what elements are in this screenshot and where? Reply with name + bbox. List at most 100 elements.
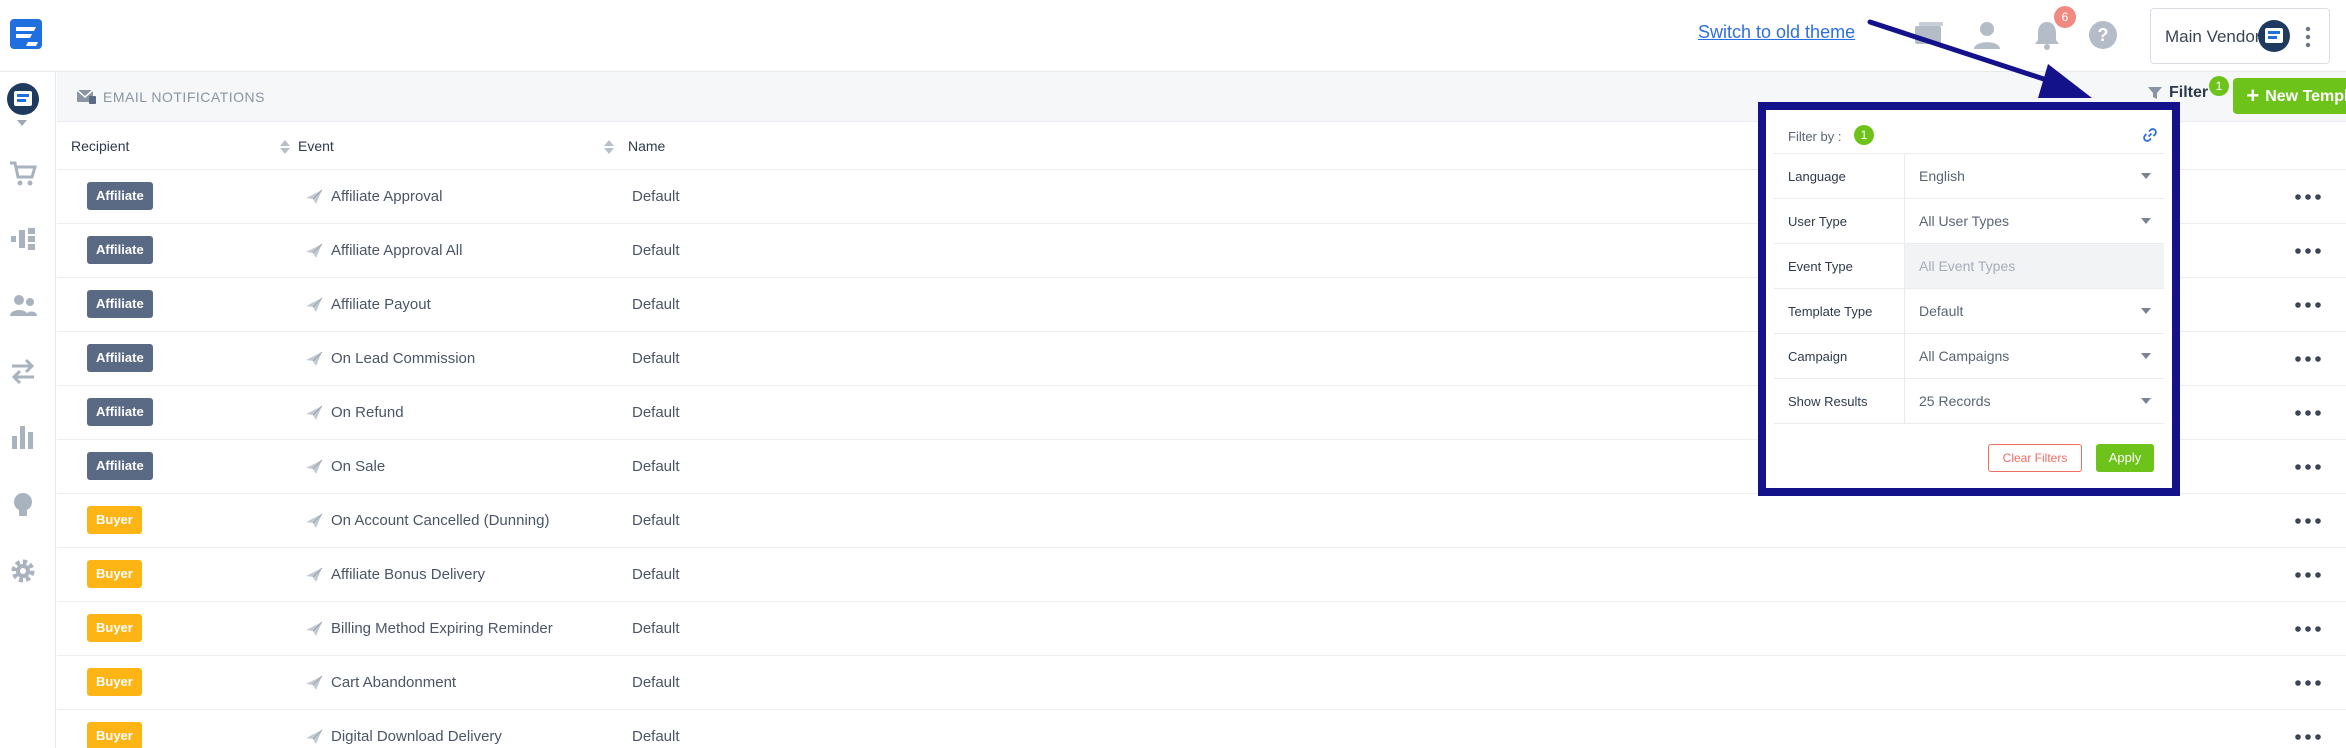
template-name: Default <box>632 674 680 691</box>
plus-icon: + <box>2246 83 2260 108</box>
filter-label: Campaign <box>1788 349 1848 364</box>
paper-plane-icon <box>306 675 323 690</box>
funnel-dashboard-icon[interactable] <box>8 224 38 254</box>
row-actions-icon[interactable] <box>2293 674 2323 692</box>
sidebar <box>0 72 56 748</box>
event-name: Cart Abandonment <box>331 674 457 691</box>
recipient-badge: Affiliate <box>87 398 153 426</box>
table-row[interactable]: Buyer On Account Cancelled (Dunning) Defau… <box>57 494 2346 548</box>
filter-row: Campaign All Campaigns <box>1774 334 2164 379</box>
chevron-down-icon[interactable] <box>17 120 27 126</box>
recipient-badge: Buyer <box>87 722 142 748</box>
filter-select[interactable]: All User Types <box>1905 199 2164 243</box>
filter-select[interactable]: English <box>1905 154 2164 198</box>
sort-recipient-icon[interactable] <box>279 138 291 156</box>
column-header-event[interactable]: Event <box>298 138 334 154</box>
vendor-switcher[interactable]: Main Vendor <box>2150 8 2330 64</box>
paper-plane-icon <box>306 351 323 366</box>
paper-plane-icon <box>306 189 323 204</box>
paper-plane-icon <box>306 513 323 528</box>
template-name: Default <box>632 728 680 745</box>
chevron-down-icon <box>2141 218 2151 224</box>
row-actions-icon[interactable] <box>2293 350 2323 368</box>
account-avatar-icon[interactable] <box>6 82 40 116</box>
filter-select[interactable]: Default <box>1905 289 2164 333</box>
brand-logo-icon[interactable] <box>8 16 44 52</box>
template-name: Default <box>632 512 680 529</box>
filter-row: Template Type Default <box>1774 289 2164 334</box>
users-icon[interactable] <box>8 290 38 320</box>
event-name: On Refund <box>331 404 404 421</box>
paper-plane-icon <box>306 729 323 744</box>
chevron-down-icon <box>2141 173 2151 179</box>
sort-event-icon[interactable] <box>603 138 615 156</box>
recipient-badge: Buyer <box>87 506 142 534</box>
filter-row: Language English <box>1774 154 2164 199</box>
cart-icon[interactable] <box>8 158 38 188</box>
paper-plane-icon <box>306 297 323 312</box>
paper-plane-icon <box>306 567 323 582</box>
event-name: Billing Method Expiring Reminder <box>331 620 553 637</box>
event-name: Affiliate Approval <box>331 188 443 205</box>
template-name: Default <box>632 404 680 421</box>
filter-label: User Type <box>1788 214 1848 229</box>
row-actions-icon[interactable] <box>2293 296 2323 314</box>
event-name: On Sale <box>331 458 386 475</box>
table-row[interactable]: Buyer Digital Download Delivery Default <box>57 710 2346 748</box>
row-actions-icon[interactable] <box>2293 188 2323 206</box>
filter-select-value: All Campaigns <box>1919 348 2010 364</box>
filter-label: Event Type <box>1788 259 1853 274</box>
filter-select-value: All Event Types <box>1919 258 2016 274</box>
chevron-down-icon <box>2141 308 2151 314</box>
recipient-badge: Affiliate <box>87 290 153 318</box>
recipient-badge: Affiliate <box>87 344 153 372</box>
filter-select[interactable]: 25 Records <box>1905 379 2164 423</box>
apply-filters-button[interactable]: Apply <box>2096 444 2154 472</box>
filter-panel: Filter by : 1 Language English User Type Al… <box>1758 102 2180 496</box>
paper-plane-icon <box>306 621 323 636</box>
row-actions-icon[interactable] <box>2293 512 2323 530</box>
row-actions-icon[interactable] <box>2293 242 2323 260</box>
settings-gear-icon[interactable] <box>8 556 38 586</box>
transfer-icon[interactable] <box>8 356 38 386</box>
filter-button-label: Filter <box>2169 84 2209 101</box>
filter-label: Language <box>1788 169 1846 184</box>
filter-row: Show Results 25 Records <box>1774 379 2164 424</box>
switch-old-theme-link[interactable]: Switch to old theme <box>1698 22 1855 43</box>
new-template-label: New Template <box>2265 88 2346 105</box>
recipient-badge: Affiliate <box>87 182 153 210</box>
clear-filters-button[interactable]: Clear Filters <box>1988 444 2082 472</box>
event-name: On Lead Commission <box>331 350 476 367</box>
template-name: Default <box>632 566 680 583</box>
vendor-avatar-icon <box>2258 20 2290 52</box>
row-actions-icon[interactable] <box>2293 566 2323 584</box>
row-actions-icon[interactable] <box>2293 620 2323 638</box>
lightbulb-icon[interactable] <box>8 490 38 520</box>
vendor-menu-kebab-icon[interactable] <box>2303 23 2313 51</box>
filter-select[interactable]: All Campaigns <box>1905 334 2164 378</box>
filter-select-value: All User Types <box>1919 213 2009 229</box>
template-name: Default <box>632 620 680 637</box>
table-row[interactable]: Buyer Cart Abandonment Default <box>57 656 2346 710</box>
link-icon[interactable] <box>2142 127 2158 143</box>
column-header-recipient[interactable]: Recipient <box>71 138 129 154</box>
recipient-badge: Buyer <box>87 560 142 588</box>
paper-plane-icon <box>306 243 323 258</box>
table-row[interactable]: Buyer Billing Method Expiring Reminder Def… <box>57 602 2346 656</box>
filter-label: Template Type <box>1788 304 1873 319</box>
email-notifications-icon <box>76 89 96 104</box>
row-actions-icon[interactable] <box>2293 404 2323 422</box>
funnel-icon <box>2148 86 2162 99</box>
template-name: Default <box>632 296 680 313</box>
column-header-name[interactable]: Name <box>628 138 665 154</box>
page-title: EMAIL NOTIFICATIONS <box>103 89 265 105</box>
bar-chart-icon[interactable] <box>8 422 38 452</box>
table-row[interactable]: Buyer Affiliate Bonus Delivery Default <box>57 548 2346 602</box>
filter-select-value: 25 Records <box>1919 393 1991 409</box>
new-template-button[interactable]: + New Template <box>2233 78 2346 114</box>
row-actions-icon[interactable] <box>2293 728 2323 746</box>
event-name: Affiliate Approval All <box>331 242 463 259</box>
row-actions-icon[interactable] <box>2293 458 2323 476</box>
annotation-arrow <box>1867 19 2092 98</box>
chevron-down-icon <box>2141 398 2151 404</box>
